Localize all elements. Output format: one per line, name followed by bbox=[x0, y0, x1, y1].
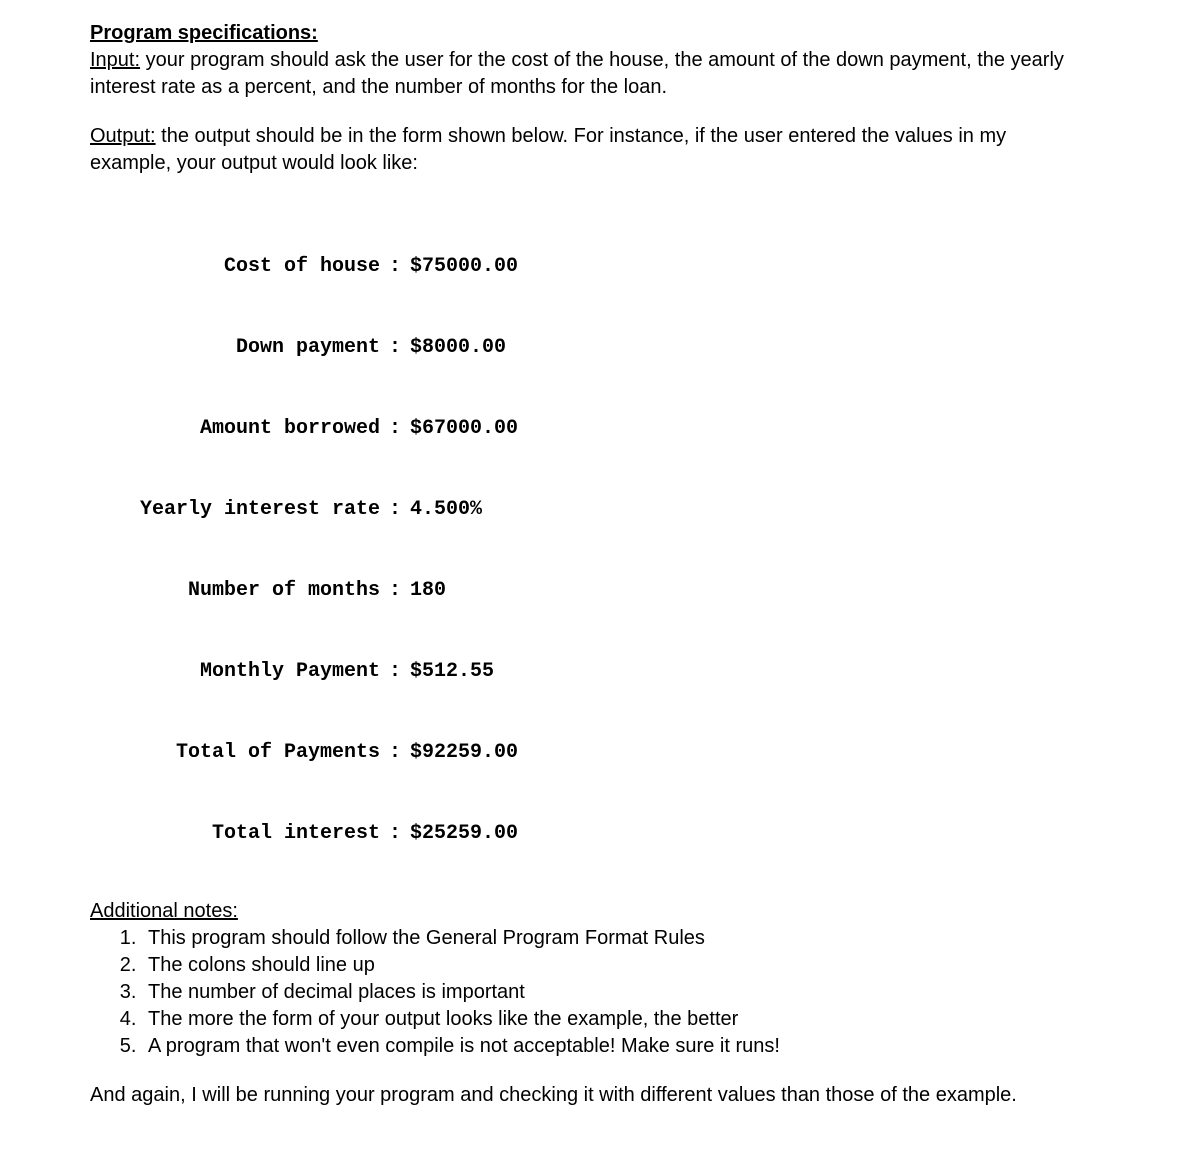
notes-section: Additional notes: This program should fo… bbox=[90, 898, 1088, 1060]
output-row: Total of Payments:$92259.00 bbox=[90, 739, 1088, 766]
output-label: Total interest bbox=[90, 820, 380, 847]
output-colon: : bbox=[380, 334, 410, 361]
output-heading: Output: bbox=[90, 125, 156, 147]
output-colon: : bbox=[380, 658, 410, 685]
input-heading: Input: bbox=[90, 49, 140, 71]
output-value: $8000.00 bbox=[410, 334, 506, 361]
output-value: $512.55 bbox=[410, 658, 494, 685]
notes-heading: Additional notes: bbox=[90, 900, 238, 922]
output-label: Yearly interest rate bbox=[90, 496, 380, 523]
output-row: Down payment:$8000.00 bbox=[90, 334, 1088, 361]
output-label: Amount borrowed bbox=[90, 415, 380, 442]
output-section-intro: Output: the output should be in the form… bbox=[90, 123, 1088, 177]
output-row: Number of months:180 bbox=[90, 577, 1088, 604]
output-colon: : bbox=[380, 577, 410, 604]
output-row: Monthly Payment:$512.55 bbox=[90, 658, 1088, 685]
output-value: 180 bbox=[410, 577, 446, 604]
output-colon: : bbox=[380, 496, 410, 523]
note-item: This program should follow the General P… bbox=[142, 925, 1088, 952]
output-value: $67000.00 bbox=[410, 415, 518, 442]
note-item: The colons should line up bbox=[142, 952, 1088, 979]
note-item: The number of decimal places is importan… bbox=[142, 979, 1088, 1006]
output-label: Down payment bbox=[90, 334, 380, 361]
note-item: The more the form of your output looks l… bbox=[142, 1006, 1088, 1033]
spec-section: Program specifications: Input: your prog… bbox=[90, 20, 1088, 101]
output-colon: : bbox=[380, 253, 410, 280]
output-colon: : bbox=[380, 739, 410, 766]
output-row: Total interest:$25259.00 bbox=[90, 820, 1088, 847]
output-value: $75000.00 bbox=[410, 253, 518, 280]
spec-heading: Program specifications: bbox=[90, 22, 318, 44]
output-label: Cost of house bbox=[90, 253, 380, 280]
output-value: $92259.00 bbox=[410, 739, 518, 766]
note-item: A program that won't even compile is not… bbox=[142, 1033, 1088, 1060]
output-row: Yearly interest rate:4.500% bbox=[90, 496, 1088, 523]
output-value: $25259.00 bbox=[410, 820, 518, 847]
output-row: Amount borrowed:$67000.00 bbox=[90, 415, 1088, 442]
output-label: Number of months bbox=[90, 577, 380, 604]
output-example: Cost of house:$75000.00 Down payment:$80… bbox=[90, 199, 1088, 874]
notes-list: This program should follow the General P… bbox=[90, 925, 1088, 1060]
output-label: Monthly Payment bbox=[90, 658, 380, 685]
output-label: Total of Payments bbox=[90, 739, 380, 766]
output-row: Cost of house:$75000.00 bbox=[90, 253, 1088, 280]
output-colon: : bbox=[380, 820, 410, 847]
output-value: 4.500% bbox=[410, 496, 482, 523]
input-body: your program should ask the user for the… bbox=[90, 49, 1064, 98]
output-colon: : bbox=[380, 415, 410, 442]
output-body: the output should be in the form shown b… bbox=[90, 125, 1006, 174]
closing-paragraph: And again, I will be running your progra… bbox=[90, 1082, 1088, 1109]
